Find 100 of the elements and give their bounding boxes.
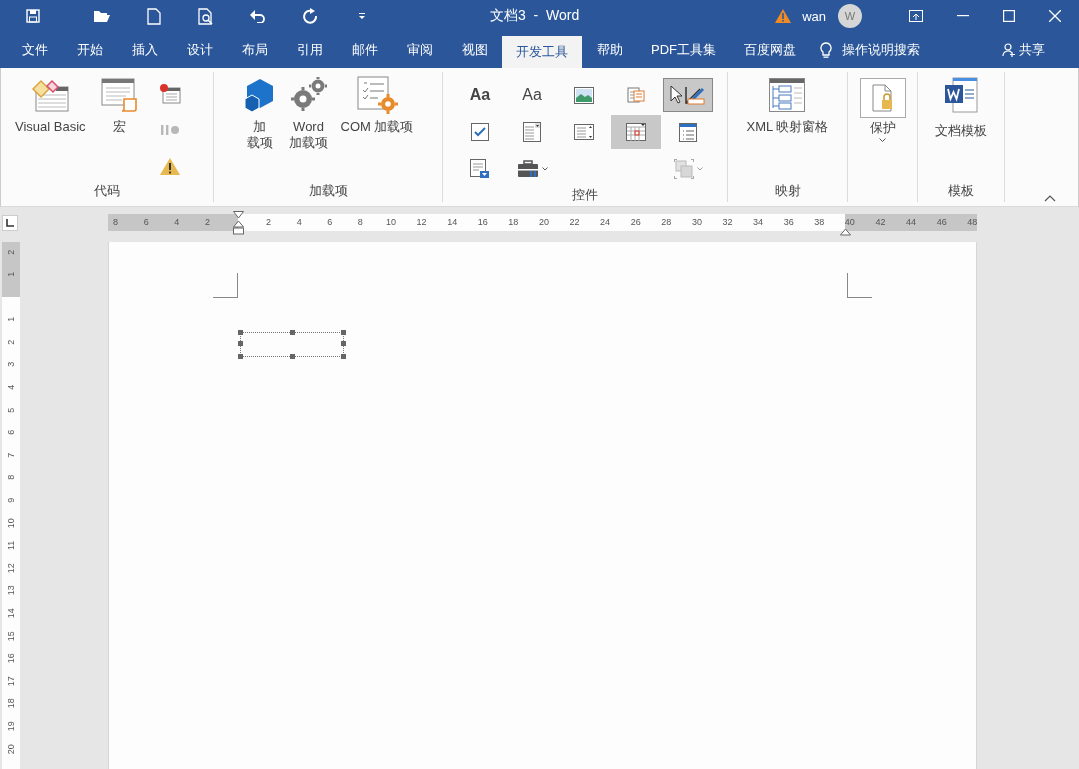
- share-button[interactable]: 共享: [1002, 32, 1045, 68]
- ruler-number: 20: [5, 742, 17, 756]
- ribbon-tab[interactable]: 百度网盘: [730, 32, 810, 68]
- ruler-number: 8: [356, 217, 364, 228]
- ruler-number: 6: [5, 429, 17, 438]
- checklist-gear-icon: [356, 76, 398, 114]
- document-template-button[interactable]: 文档模板: [931, 72, 991, 182]
- ruler-number: 6: [326, 217, 334, 228]
- ruler-number: 24: [599, 217, 612, 228]
- ribbon-display-options-icon[interactable]: [909, 10, 923, 22]
- ruler-number: 22: [568, 217, 581, 228]
- save-icon[interactable]: [24, 6, 42, 26]
- warning-icon[interactable]: [774, 8, 793, 24]
- ruler-number: 13: [5, 584, 17, 598]
- window-title: 文档3 - Word: [490, 7, 580, 25]
- ruler-number: 30: [690, 217, 703, 228]
- ruler-number: 12: [415, 217, 428, 228]
- plain-text-control-button[interactable]: Aa: [507, 78, 557, 112]
- ruler-number: 6: [142, 217, 150, 228]
- ribbon-tab[interactable]: PDF工具集: [637, 32, 730, 68]
- ribbon-tab[interactable]: 视图: [447, 32, 502, 68]
- visual-basic-button[interactable]: Visual Basic: [11, 72, 90, 182]
- ribbon-tab[interactable]: 设计: [172, 32, 227, 68]
- ribbon-tab[interactable]: 邮件: [337, 32, 392, 68]
- ribbon-tab[interactable]: 帮助: [582, 32, 637, 68]
- tab-selector[interactable]: [2, 214, 18, 231]
- person-icon: [1002, 43, 1016, 57]
- ruler-number: 1: [5, 270, 17, 279]
- checkbox-icon: [471, 123, 489, 141]
- ruler-number: 3: [5, 361, 17, 370]
- close-icon[interactable]: [1049, 10, 1061, 22]
- ruler-number: 4: [5, 383, 17, 392]
- ruler-number: 5: [5, 406, 17, 415]
- ruler-number: 16: [5, 652, 17, 666]
- ruler-number: 20: [537, 217, 550, 228]
- right-indent-marker-icon[interactable]: [840, 228, 851, 236]
- gears-icon: [288, 76, 329, 114]
- ruler-number: 10: [5, 516, 17, 530]
- word-document-icon: [943, 76, 979, 114]
- ribbon-tab[interactable]: 布局: [227, 32, 282, 68]
- xml-map-icon: [769, 76, 806, 114]
- combo-box-icon: [523, 122, 541, 142]
- ruler-number: 12: [5, 562, 17, 576]
- ribbon-tab[interactable]: 开始: [62, 32, 117, 68]
- ribbon-tab[interactable]: 文件: [7, 32, 62, 68]
- ribbon-tab[interactable]: 开发工具: [502, 36, 582, 68]
- group-label: 映射: [774, 182, 801, 200]
- maximize-icon[interactable]: [1003, 10, 1015, 22]
- ruler-number: 8: [112, 217, 120, 228]
- ruler-number: 2: [5, 338, 17, 347]
- indent-marker-icon[interactable]: [233, 211, 244, 237]
- ruler-number: 32: [721, 217, 734, 228]
- ruler-number: 26: [629, 217, 642, 228]
- macro-sheet-icon: [99, 76, 140, 114]
- stacked-squares-icon: [673, 159, 694, 179]
- com-addins-button[interactable]: COM 加载项: [336, 72, 418, 182]
- ruler-number: 48: [966, 217, 979, 228]
- design-mode-control-button[interactable]: [663, 78, 713, 112]
- rich-text-control-button[interactable]: Aa: [455, 78, 505, 112]
- user-name[interactable]: wan: [802, 8, 826, 24]
- properties-list-icon: [679, 122, 697, 142]
- protect-button[interactable]: 保护: [855, 74, 910, 202]
- ruler-number: 16: [476, 217, 489, 228]
- ruler-number: 19: [5, 720, 17, 734]
- ruler-number: 2: [5, 248, 17, 257]
- macros-button[interactable]: 宏: [95, 72, 144, 182]
- ruler-number: 38: [813, 217, 826, 228]
- xml-mapping-button[interactable]: XML 映射窗格: [742, 72, 833, 182]
- ribbon-tab[interactable]: 插入: [117, 32, 172, 68]
- tell-me-search[interactable]: 操作说明搜索: [842, 41, 920, 59]
- date-picker-control-button[interactable]: [611, 115, 661, 149]
- ribbon-tab[interactable]: 审阅: [392, 32, 447, 68]
- group-label: 控件: [572, 186, 598, 204]
- lightbulb-icon[interactable]: [820, 41, 832, 59]
- ruler-number: 18: [5, 697, 17, 711]
- ruler-number: 1: [5, 316, 17, 325]
- ruler-number: 42: [874, 217, 887, 228]
- minimize-icon[interactable]: [957, 15, 969, 17]
- ruler-number: 14: [5, 607, 17, 621]
- document-blocks-icon: [627, 85, 645, 105]
- ruler-number: 18: [507, 217, 520, 228]
- ruler-number: 7: [5, 451, 17, 460]
- ruler-number: 44: [905, 217, 918, 228]
- word-addins-button[interactable]: Word 加载项: [284, 72, 333, 182]
- calendar-icon: [626, 123, 646, 141]
- picture-icon: [574, 86, 594, 104]
- ruler-number: 4: [173, 217, 181, 228]
- collapse-ribbon-icon[interactable]: [1044, 195, 1056, 202]
- group-label: 代码: [94, 182, 120, 200]
- ruler-number: 4: [295, 217, 303, 228]
- ribbon-tab[interactable]: 引用: [282, 32, 337, 68]
- ruler-number: 36: [782, 217, 795, 228]
- design-mode-icon: [670, 84, 706, 106]
- addins-button[interactable]: 加 载项: [238, 72, 281, 182]
- ruler-number: 9: [5, 496, 17, 505]
- ruler-number: 11: [5, 539, 17, 553]
- ruler-number: 40: [843, 217, 856, 228]
- margin-corner-mark: [213, 273, 238, 298]
- ruler-number: 10: [384, 217, 397, 228]
- text-box[interactable]: [240, 332, 344, 357]
